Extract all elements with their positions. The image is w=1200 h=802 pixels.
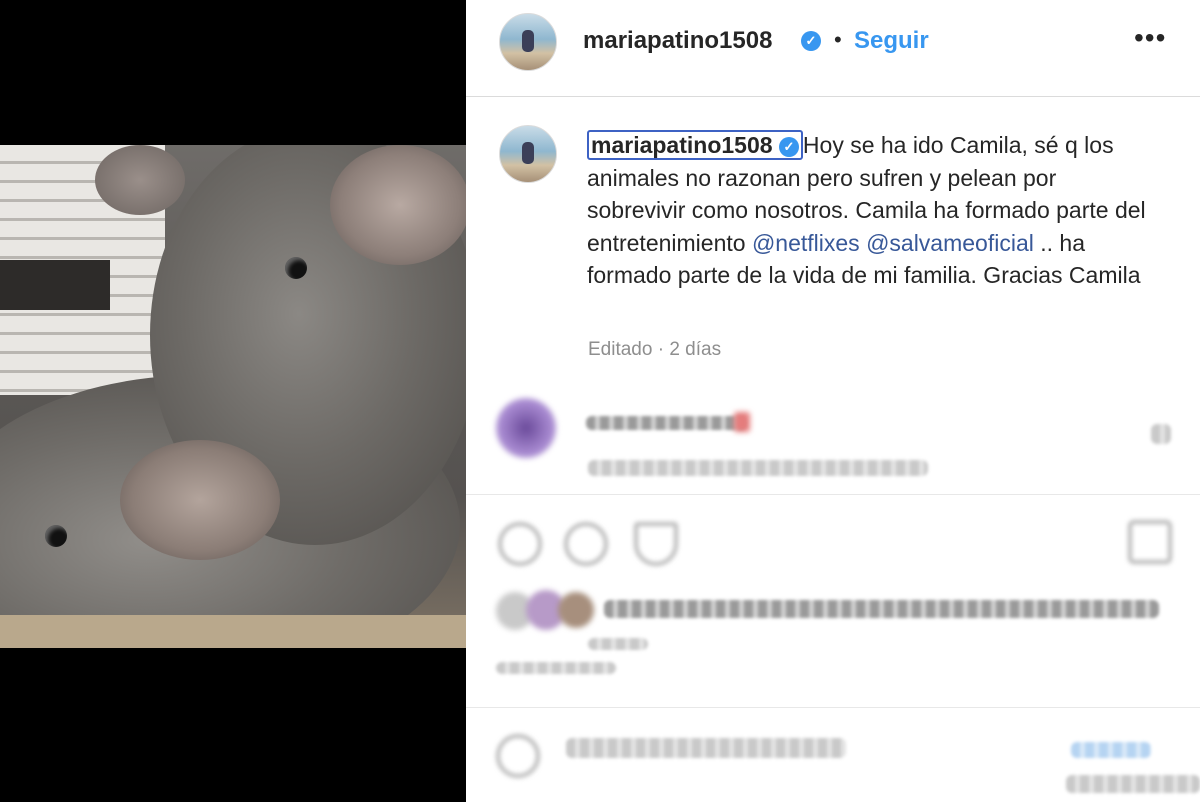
divider bbox=[466, 707, 1200, 708]
chinchilla-ear bbox=[120, 440, 280, 560]
bookmark-icon[interactable] bbox=[1128, 520, 1172, 564]
verified-badge-icon: ✓ bbox=[778, 137, 799, 157]
comment-icon[interactable] bbox=[564, 522, 608, 566]
chinchilla-eye bbox=[285, 257, 307, 279]
footer-blurred bbox=[1066, 775, 1200, 793]
caption-username[interactable]: mariapatino1508 ✓ bbox=[587, 130, 803, 160]
comment-input-blurred[interactable] bbox=[566, 738, 846, 758]
more-options-icon[interactable]: ••• bbox=[1134, 22, 1166, 54]
post-header: mariapatino1508 ✓ • Seguir ••• bbox=[466, 0, 1200, 97]
chinchilla-ear bbox=[330, 145, 466, 265]
share-icon[interactable] bbox=[634, 522, 678, 566]
likes-text-blurred bbox=[588, 638, 648, 650]
verified-badge-icon: ✓ bbox=[801, 31, 821, 51]
timestamp-blurred bbox=[496, 662, 616, 674]
caption-text: mariapatino1508 ✓ Hoy se ha ido Camila, s… bbox=[587, 129, 1147, 292]
comment-text-blurred bbox=[588, 460, 928, 476]
comment-emoji-blurred bbox=[734, 412, 750, 432]
caption-section: mariapatino1508 ✓ Hoy se ha ido Camila, s… bbox=[466, 97, 1200, 377]
chinchilla-eye bbox=[45, 525, 67, 547]
emoji-icon[interactable] bbox=[496, 734, 540, 778]
follow-button[interactable]: Seguir bbox=[854, 27, 929, 55]
post-comment-button-blurred[interactable] bbox=[1071, 742, 1151, 758]
profile-avatar[interactable] bbox=[499, 13, 557, 71]
caption-avatar[interactable] bbox=[499, 125, 557, 183]
floor bbox=[0, 615, 466, 648]
background-picture bbox=[0, 260, 110, 310]
caption-meta: Editado · 2 días bbox=[588, 339, 722, 360]
post-photo-pane bbox=[0, 0, 466, 802]
heart-icon[interactable] bbox=[498, 522, 542, 566]
header-separator: • bbox=[834, 27, 842, 52]
likes-text-blurred bbox=[604, 600, 1159, 618]
header-username[interactable]: mariapatino1508 bbox=[583, 27, 772, 55]
liker-avatar-blurred bbox=[558, 592, 594, 628]
comment-avatar-blurred bbox=[496, 398, 556, 458]
post-side-panel: mariapatino1508 ✓ • Seguir ••• mariapati… bbox=[466, 0, 1200, 802]
mention-netflixes[interactable]: @netflixes bbox=[752, 230, 860, 256]
divider bbox=[466, 494, 1200, 495]
comment-username-blurred bbox=[586, 416, 746, 430]
post-photo-chinchillas[interactable] bbox=[0, 145, 466, 648]
chinchilla-ear bbox=[95, 145, 185, 215]
comment-like-icon-blurred bbox=[1151, 424, 1171, 444]
mention-salvameoficial[interactable]: @salvameoficial bbox=[866, 230, 1034, 256]
caption-username-text[interactable]: mariapatino1508 bbox=[591, 132, 773, 158]
